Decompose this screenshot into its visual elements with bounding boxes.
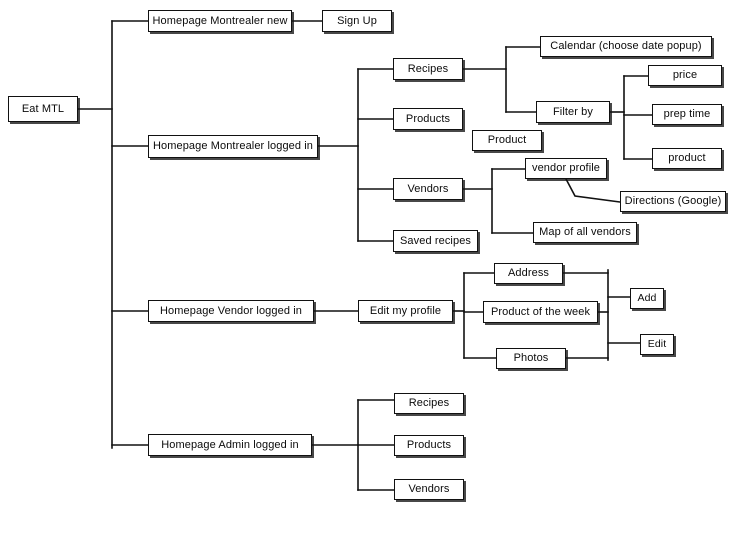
node-label-m-products: Products (405, 112, 451, 125)
node-f-price[interactable]: price (648, 65, 722, 86)
node-label-f-price: price (672, 69, 698, 81)
node-label-directions: Directions (Google) (624, 195, 722, 207)
node-label-home-new: Homepage Montrealer new (152, 14, 288, 27)
node-directions[interactable]: Directions (Google) (620, 191, 726, 212)
node-sign-up[interactable]: Sign Up (322, 10, 392, 32)
node-home-vendor[interactable]: Homepage Vendor logged in (148, 300, 314, 322)
node-label-m-recipes: Recipes (407, 62, 449, 75)
node-a-vendors[interactable]: Vendors (394, 479, 464, 500)
node-label-home-montrealer: Homepage Montrealer logged in (152, 140, 314, 152)
node-label-m-saved-recipes: Saved recipes (400, 234, 472, 247)
node-label-v-product-of-the-week: Product of the week (490, 305, 591, 318)
node-label-a-products: Products (406, 439, 452, 451)
node-map-all-vendors[interactable]: Map of all vendors (533, 222, 637, 243)
node-label-a-vendors: Vendors (408, 483, 450, 495)
node-label-product-standalone: Product (487, 134, 527, 146)
connector-profile-to-directions (564, 177, 621, 203)
node-root[interactable]: Eat MTL (8, 96, 78, 122)
node-label-a-recipes: Recipes (408, 397, 450, 409)
node-f-product[interactable]: product (652, 148, 722, 169)
node-label-root: Eat MTL (21, 102, 65, 115)
node-label-m-vendors: Vendors (407, 182, 449, 195)
node-m-recipes[interactable]: Recipes (393, 58, 463, 80)
node-product-standalone[interactable]: Product (472, 130, 542, 151)
node-v-address[interactable]: Address (494, 263, 563, 284)
node-m-products[interactable]: Products (393, 108, 463, 130)
node-filter-by[interactable]: Filter by (536, 101, 610, 123)
node-home-admin[interactable]: Homepage Admin logged in (148, 434, 312, 456)
node-m-saved-recipes[interactable]: Saved recipes (393, 230, 478, 252)
node-edit-my-profile[interactable]: Edit my profile (358, 300, 453, 322)
node-label-v-add: Add (637, 292, 657, 305)
node-v-add[interactable]: Add (630, 288, 664, 309)
node-label-v-address: Address (507, 267, 550, 279)
node-label-home-vendor: Homepage Vendor logged in (160, 304, 302, 317)
node-a-recipes[interactable]: Recipes (394, 393, 464, 414)
node-v-edit[interactable]: Edit (640, 334, 674, 355)
node-label-f-prep-time: prep time (663, 108, 711, 120)
node-label-f-product: product (668, 152, 706, 164)
connector-layer (77, 20, 653, 491)
node-label-map-all-vendors: Map of all vendors (539, 226, 631, 238)
node-label-home-admin: Homepage Admin logged in (161, 438, 299, 451)
node-label-vendor-profile: vendor profile (531, 162, 601, 174)
node-label-sign-up: Sign Up (337, 14, 377, 27)
sitemap-diagram: Eat MTL Homepage Montrealer new Sign Up Hom… (0, 0, 750, 533)
node-m-vendors[interactable]: Vendors (393, 178, 463, 200)
node-label-v-edit: Edit (647, 338, 667, 351)
node-a-products[interactable]: Products (394, 435, 464, 456)
node-v-product-of-the-week[interactable]: Product of the week (483, 301, 598, 323)
node-calendar[interactable]: Calendar (choose date popup) (540, 36, 712, 57)
node-home-montrealer[interactable]: Homepage Montrealer logged in (148, 135, 318, 158)
node-v-photos[interactable]: Photos (496, 348, 566, 369)
node-label-v-photos: Photos (513, 352, 549, 364)
node-vendor-profile[interactable]: vendor profile (525, 158, 607, 179)
node-label-edit-my-profile: Edit my profile (369, 304, 442, 317)
node-f-prep-time[interactable]: prep time (652, 104, 722, 125)
node-home-new[interactable]: Homepage Montrealer new (148, 10, 292, 32)
node-label-filter-by: Filter by (552, 105, 594, 118)
node-label-calendar: Calendar (choose date popup) (550, 40, 702, 52)
